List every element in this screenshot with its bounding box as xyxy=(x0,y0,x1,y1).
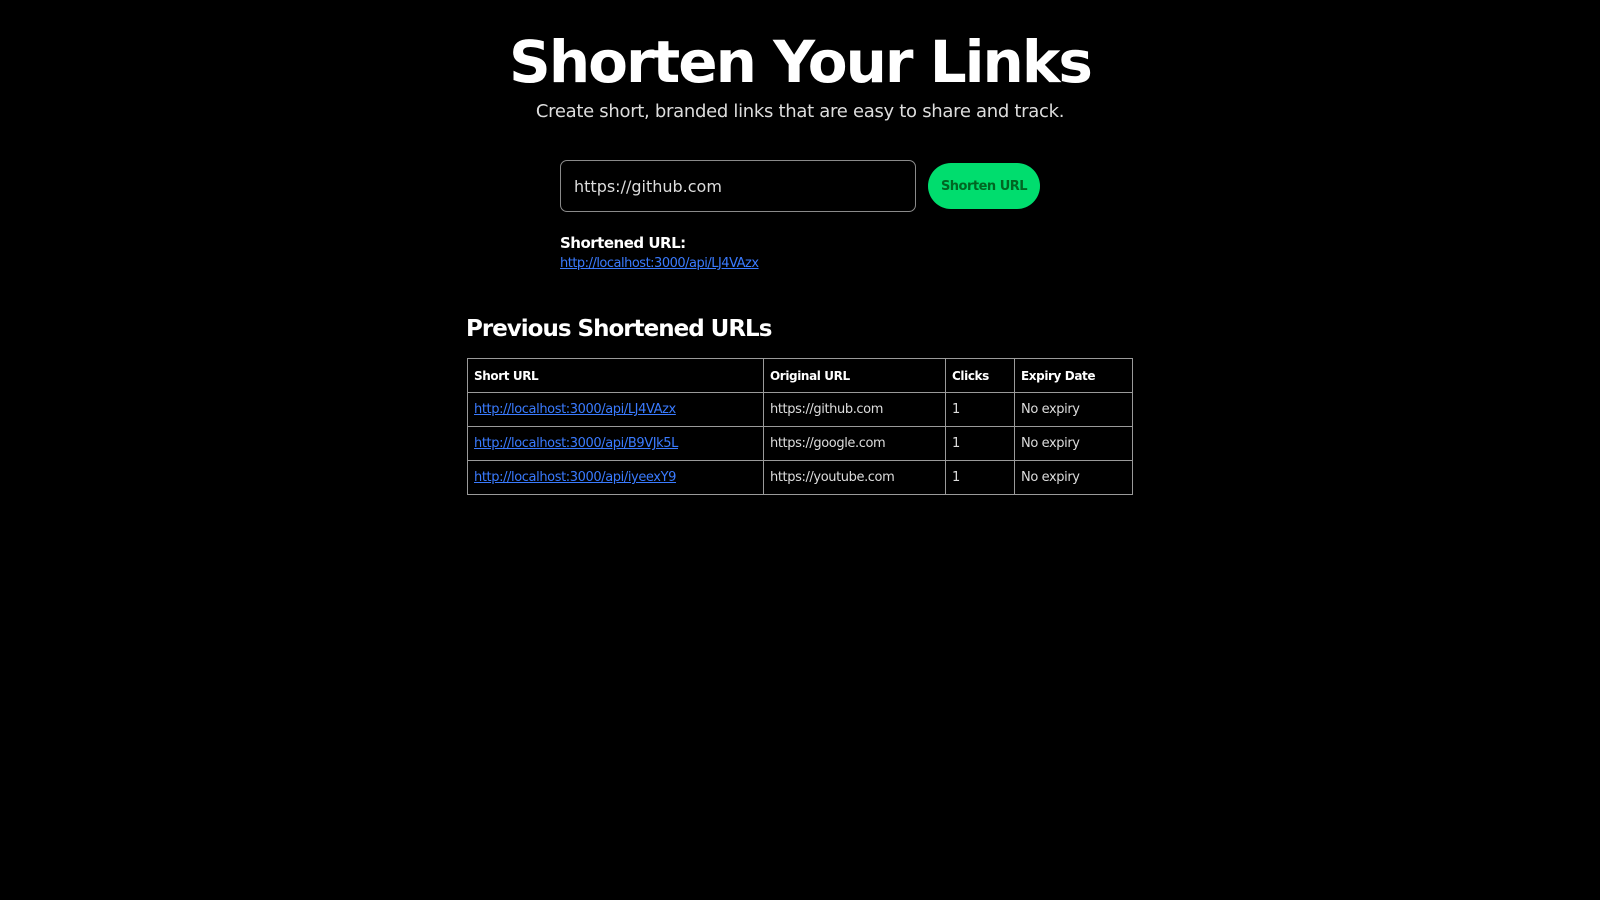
short-url-link[interactable]: http://localhost:3000/api/LJ4VAzx xyxy=(474,402,676,417)
column-header-clicks: Clicks xyxy=(945,358,1015,393)
original-url-cell: https://youtube.com xyxy=(763,460,946,495)
expiry-cell: No expiry xyxy=(1014,426,1133,461)
url-input[interactable] xyxy=(560,160,916,212)
shorten-url-button[interactable]: Shorten URL xyxy=(928,163,1040,209)
table-row: http://localhost:3000/api/iyeexY9 https:… xyxy=(467,460,1133,495)
column-header-original-url: Original URL xyxy=(763,358,946,393)
short-url-cell: http://localhost:3000/api/B9VJk5L xyxy=(467,426,764,461)
expiry-cell: No expiry xyxy=(1014,460,1133,495)
clicks-cell: 1 xyxy=(945,426,1015,461)
page-title: Shorten Your Links xyxy=(509,28,1093,96)
table-row: http://localhost:3000/api/LJ4VAzx https:… xyxy=(467,392,1133,427)
table-row: http://localhost:3000/api/B9VJk5L https:… xyxy=(467,426,1133,461)
column-header-short-url: Short URL xyxy=(467,358,764,393)
short-url-link[interactable]: http://localhost:3000/api/iyeexY9 xyxy=(474,470,676,485)
expiry-cell: No expiry xyxy=(1014,392,1133,427)
clicks-cell: 1 xyxy=(945,460,1015,495)
history-table: Short URL Original URL Clicks Expiry Dat… xyxy=(467,358,1133,495)
history-heading: Previous Shortened URLs xyxy=(466,316,772,342)
page-subtitle: Create short, branded links that are eas… xyxy=(535,101,1065,122)
short-url-cell: http://localhost:3000/api/LJ4VAzx xyxy=(467,392,764,427)
table-header-row: Short URL Original URL Clicks Expiry Dat… xyxy=(467,358,1133,393)
short-url-cell: http://localhost:3000/api/iyeexY9 xyxy=(467,460,764,495)
original-url-cell: https://google.com xyxy=(763,426,946,461)
original-url-cell: https://github.com xyxy=(763,392,946,427)
shortened-url-label: Shortened URL: xyxy=(560,234,686,252)
short-url-link[interactable]: http://localhost:3000/api/B9VJk5L xyxy=(474,436,678,451)
clicks-cell: 1 xyxy=(945,392,1015,427)
shortened-url-link[interactable]: http://localhost:3000/api/LJ4VAzx xyxy=(560,256,759,271)
column-header-expiry-date: Expiry Date xyxy=(1014,358,1133,393)
